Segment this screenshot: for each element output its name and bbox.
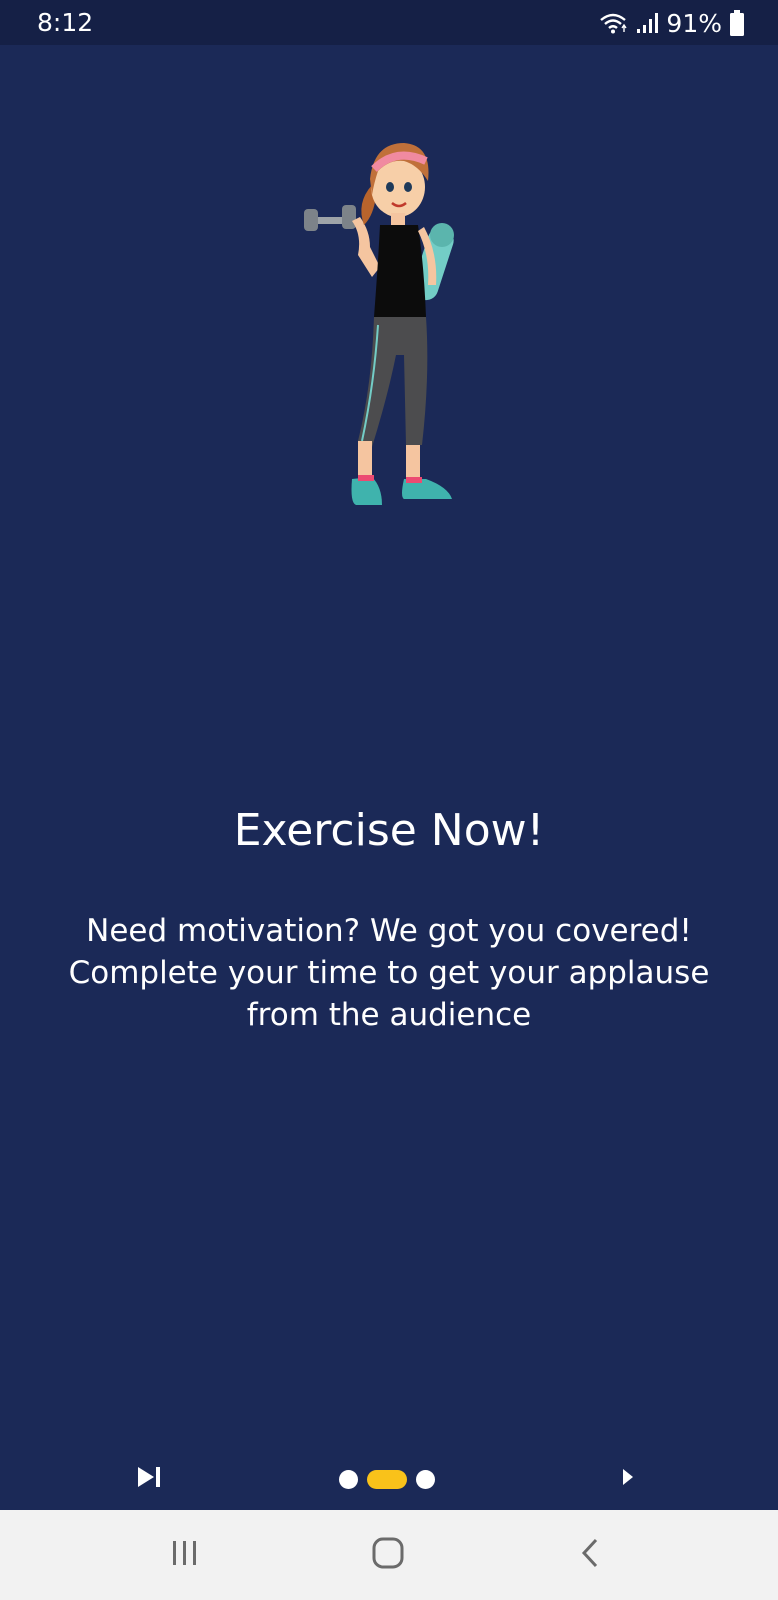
arrow-right-icon bbox=[622, 1468, 634, 1490]
skip-button[interactable] bbox=[130, 1463, 170, 1495]
home-icon bbox=[372, 1537, 404, 1573]
recent-apps-icon bbox=[170, 1539, 200, 1571]
wifi-icon bbox=[598, 11, 628, 35]
page-indicator bbox=[339, 1469, 435, 1489]
home-button[interactable] bbox=[358, 1532, 418, 1578]
skip-next-icon bbox=[137, 1466, 163, 1492]
onboarding-title: Exercise Now! bbox=[233, 805, 545, 856]
next-button[interactable] bbox=[612, 1463, 644, 1495]
status-time: 8:12 bbox=[37, 8, 94, 37]
page-dot-1 bbox=[339, 1469, 358, 1489]
status-icons: 91% bbox=[598, 8, 744, 38]
fitness-woman-illustration bbox=[300, 135, 470, 515]
system-nav-bar bbox=[0, 1510, 778, 1600]
recent-apps-button[interactable] bbox=[155, 1532, 215, 1578]
back-icon bbox=[580, 1537, 600, 1573]
status-bar: 8:12 91% bbox=[0, 0, 778, 45]
onboarding-description: Need motivation? We got you covered! Com… bbox=[68, 913, 710, 1033]
onboarding-screen: Exercise Now! Need motivation? We got yo… bbox=[0, 45, 778, 1510]
battery-percent: 91% bbox=[666, 8, 722, 38]
page-dot-2-active bbox=[367, 1469, 407, 1489]
battery-icon bbox=[730, 10, 744, 36]
page-dot-3 bbox=[416, 1469, 435, 1489]
signal-icon bbox=[636, 12, 659, 34]
back-button[interactable] bbox=[560, 1532, 620, 1578]
